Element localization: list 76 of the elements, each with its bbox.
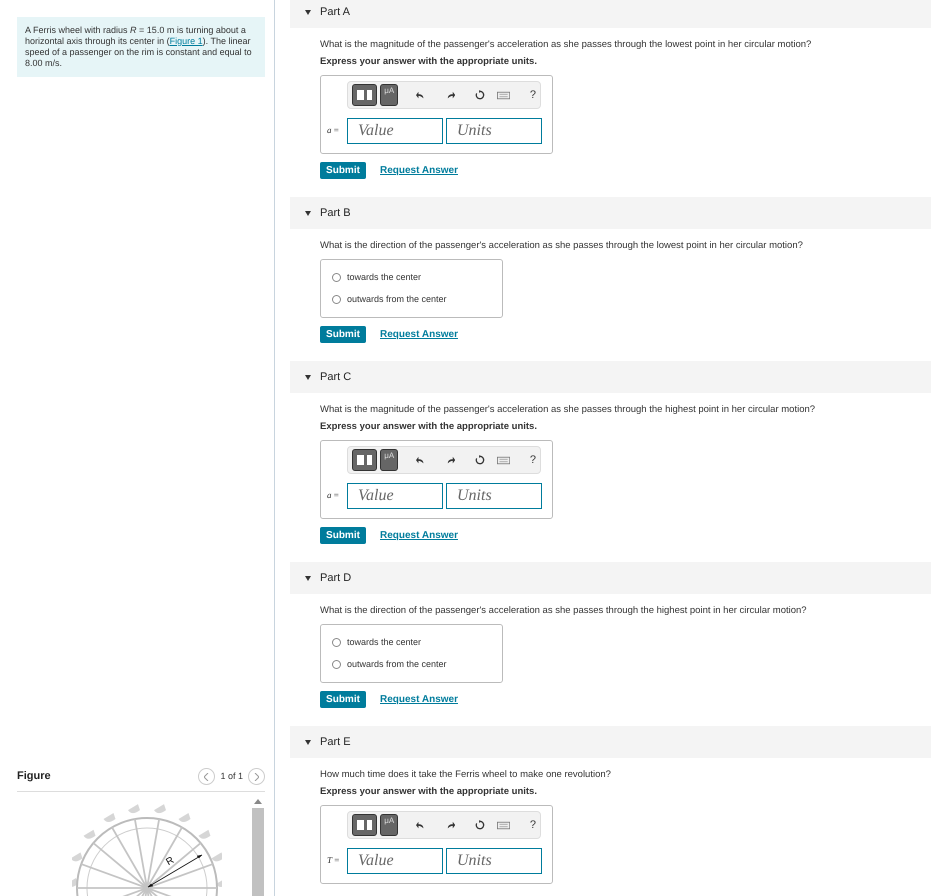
request-answer-link[interactable]: Request Answer	[380, 327, 458, 342]
scroll-up-icon[interactable]	[254, 799, 262, 804]
request-answer-link[interactable]: Request Answer	[380, 528, 458, 543]
collapse-icon	[305, 374, 311, 380]
part-header[interactable]: Part A	[290, 0, 931, 28]
radio-option[interactable]: towards the center	[332, 270, 502, 284]
help-button[interactable]: ?	[530, 86, 536, 104]
radio-option[interactable]: towards the center	[332, 636, 502, 649]
units-field[interactable]: Units	[446, 118, 542, 144]
units-button[interactable]: μA	[380, 814, 398, 836]
figure-link[interactable]: Figure 1	[170, 36, 203, 46]
question-text: What is the direction of the passenger's acceleration as she passes through the lowest point in her circular motion?	[320, 239, 804, 253]
submit-button[interactable]: Submit	[320, 162, 366, 179]
instruction-text: Express your answer with the appropriate units.	[320, 55, 538, 69]
reset-icon[interactable]	[474, 89, 485, 101]
variable-label: a =	[327, 124, 340, 138]
part-header[interactable]: Part D	[290, 562, 931, 594]
radio-button[interactable]	[332, 638, 341, 647]
request-answer-link[interactable]: Request Answer	[380, 163, 458, 178]
undo-icon[interactable]	[416, 456, 425, 464]
question-text: What is the magnitude of the passenger's acceleration as she passes through the highest point in her circular motion?	[320, 403, 816, 417]
chevron-left-icon	[204, 772, 210, 780]
templates-button[interactable]	[352, 814, 377, 836]
submit-button[interactable]: Submit	[320, 527, 366, 544]
option-label: outwards from the center	[347, 293, 447, 306]
redo-icon[interactable]	[446, 456, 455, 464]
keyboard-icon[interactable]	[496, 820, 510, 830]
variable-label: T =	[327, 854, 340, 868]
collapse-icon	[305, 740, 311, 744]
radio-button[interactable]	[332, 272, 341, 282]
figure-pager: 1 of 1	[220, 770, 243, 783]
option-label: towards the center	[347, 270, 422, 284]
help-button[interactable]: ?	[530, 452, 536, 468]
part-header[interactable]: Part B	[290, 197, 931, 229]
redo-icon[interactable]	[446, 90, 455, 100]
value-field[interactable]: Value	[347, 118, 443, 144]
units-button[interactable]: μA	[380, 84, 398, 106]
units-field[interactable]: Units	[446, 848, 542, 874]
value-field[interactable]: Value	[347, 848, 443, 874]
radio-button[interactable]	[332, 295, 341, 304]
reset-icon[interactable]	[474, 819, 485, 831]
keyboard-icon[interactable]	[496, 90, 510, 100]
chevron-right-icon	[254, 772, 259, 780]
part-header[interactable]: Part E	[290, 726, 931, 758]
collapse-icon	[305, 210, 311, 216]
question-text: How much time does it take the Ferris wheel to make one revolution?	[320, 768, 612, 782]
submit-button[interactable]: Submit	[320, 326, 366, 343]
option-label: outwards from the center	[347, 658, 447, 671]
redo-icon[interactable]	[446, 820, 455, 830]
part-header[interactable]: Part C	[290, 361, 931, 393]
templates-button[interactable]	[352, 84, 377, 106]
reset-icon[interactable]	[474, 454, 485, 466]
keyboard-icon[interactable]	[496, 456, 510, 464]
ferris-wheel-drawing: R	[72, 802, 222, 896]
submit-button[interactable]: Submit	[320, 691, 366, 708]
request-answer-link[interactable]: Request Answer	[380, 692, 458, 707]
units-field[interactable]: Units	[446, 483, 542, 509]
question-text: What is the direction of the passenger's acceleration as she passes through the highest point in her circular motion?	[320, 604, 808, 618]
units-button[interactable]: μA	[380, 449, 398, 471]
help-button[interactable]: ?	[530, 816, 536, 834]
problem-statement: A Ferris wheel with radius R = 15.0 m is turning about a horizontal axis through its center in (Figure 1). The linear speed of a passenger on the rim is constant and equal to 8.00 m/s.	[17, 17, 265, 77]
value-field[interactable]: Value	[347, 483, 443, 509]
undo-icon[interactable]	[416, 90, 425, 100]
templates-button[interactable]	[352, 449, 377, 471]
radio-option[interactable]: outwards from the center	[332, 658, 502, 672]
collapse-icon	[305, 10, 311, 14]
radio-option[interactable]: outwards from the center	[332, 293, 502, 306]
option-label: towards the center	[347, 636, 422, 648]
variable-label: a =	[327, 489, 340, 502]
undo-icon[interactable]	[416, 820, 425, 830]
question-text: What is the magnitude of the passenger's acceleration as she passes through the lowest point in her circular motion?	[320, 38, 812, 52]
instruction-text: Express your answer with the appropriate units.	[320, 420, 538, 434]
radio-button[interactable]	[332, 660, 341, 670]
instruction-text: Express your answer with the appropriate units.	[320, 785, 538, 799]
figure-title: Figure	[17, 769, 51, 784]
collapse-icon	[305, 576, 311, 580]
